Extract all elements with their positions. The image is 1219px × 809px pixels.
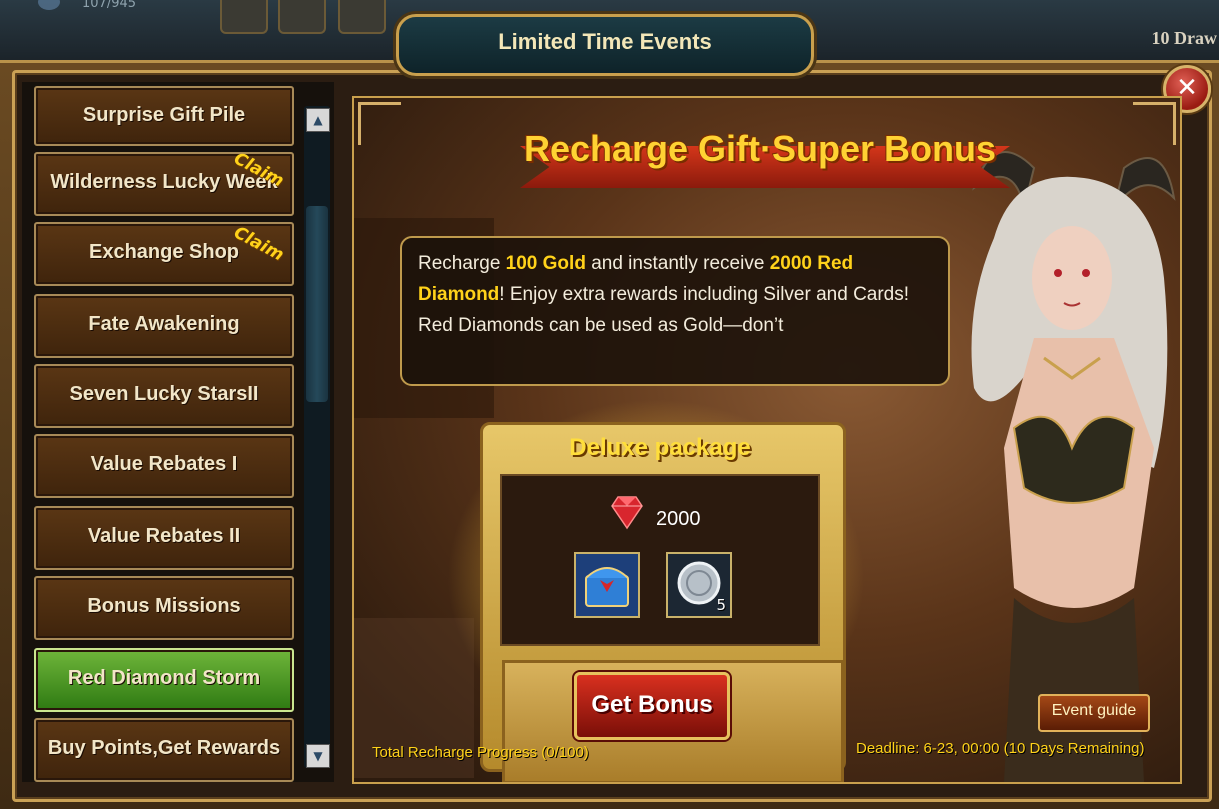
- get-bonus-button[interactable]: Get Bonus: [574, 672, 730, 740]
- sidebar-item-surprise-gift-pile[interactable]: Surprise Gift Pile: [34, 86, 294, 146]
- sidebar-item-red-diamond-storm[interactable]: Red Diamond Storm: [34, 648, 294, 712]
- sidebar-item-fate-awakening[interactable]: Fate Awakening: [34, 294, 294, 358]
- event-description-box: Recharge 100 Gold and instantly receive …: [400, 236, 950, 386]
- reward-slot-chest[interactable]: [574, 552, 640, 618]
- event-guide-button[interactable]: Event guide: [1038, 694, 1150, 732]
- desc-highlight-gold: 100 Gold: [505, 253, 586, 274]
- window-title: Limited Time Events: [498, 29, 712, 54]
- event-panel: Recharge Gift·Super Bonus Recharge 100 G…: [352, 96, 1182, 784]
- event-description: Recharge 100 Gold and instantly receive …: [418, 248, 928, 341]
- sidebar-item-label: Fate Awakening: [88, 313, 240, 335]
- sidebar-item-label: Value Rebates I: [90, 453, 238, 475]
- recharge-progress: Total Recharge Progress (0/100): [372, 744, 589, 761]
- get-bonus-label: Get Bonus: [591, 691, 713, 718]
- sidebar-item-value-rebates-1[interactable]: Value Rebates I: [34, 434, 294, 498]
- resource-gem-icon: [38, 0, 60, 10]
- sidebar-item-label: Surprise Gift Pile: [82, 104, 246, 126]
- sidebar-item-label: Value Rebates II: [87, 525, 241, 547]
- character-illustration: [971, 151, 1176, 782]
- resource-counter: 107/945: [82, 0, 137, 11]
- menu-button-3[interactable]: [338, 0, 386, 34]
- sidebar-item-wilderness-lucky-week[interactable]: Wilderness Lucky Week Claim: [34, 149, 294, 216]
- draw-label[interactable]: 10 Draw: [1152, 28, 1218, 49]
- scroll-up-button[interactable]: ▲: [306, 108, 330, 132]
- event-banner: Recharge Gift·Super Bonus: [480, 108, 1040, 198]
- red-diamond-amount: 2000: [656, 508, 701, 530]
- treasure-chest-icon: [585, 567, 629, 607]
- panel-corner-ornament: [358, 102, 401, 145]
- scroll-thumb[interactable]: [306, 206, 328, 402]
- sidebar-item-label: Red Diamond Storm: [67, 667, 261, 689]
- event-guide-label: Event guide: [1051, 702, 1137, 719]
- sidebar-scrollbar[interactable]: ▲ ▼: [304, 106, 330, 768]
- sidebar-item-buy-points-get-rewards[interactable]: Buy Points,Get Rewards: [34, 718, 294, 782]
- settings-gear-button[interactable]: [278, 0, 326, 34]
- window-title-plate: Limited Time Events: [396, 14, 814, 76]
- event-title: Recharge Gift·Super Bonus: [523, 128, 997, 169]
- reward-count: 5: [716, 596, 726, 614]
- event-deadline: Deadline: 6-23, 00:00 (10 Days Remaining…: [856, 740, 1145, 757]
- sidebar-item-seven-lucky-stars[interactable]: Seven Lucky StarsII: [34, 364, 294, 428]
- sidebar-item-label: Seven Lucky StarsII: [69, 383, 259, 405]
- sidebar-item-bonus-missions[interactable]: Bonus Missions: [34, 576, 294, 640]
- reward-slot-silver[interactable]: 5: [666, 552, 732, 618]
- sidebar-item-exchange-shop[interactable]: Exchange Shop Claim: [34, 222, 294, 286]
- package-title: Deluxe package: [569, 434, 751, 461]
- menu-button-1[interactable]: [220, 0, 268, 34]
- sidebar-item-label: Bonus Missions: [87, 595, 241, 617]
- sidebar-item-label: Buy Points,Get Rewards: [47, 737, 281, 759]
- event-sidebar: Surprise Gift Pile Wilderness Lucky Week…: [22, 82, 334, 782]
- desc-text: and instantly receive: [585, 253, 770, 274]
- rewards-box: 2000 5: [500, 474, 820, 646]
- scroll-down-button[interactable]: ▼: [306, 744, 330, 768]
- desc-text: Recharge: [418, 253, 506, 274]
- sidebar-item-value-rebates-2[interactable]: Value Rebates II: [34, 506, 294, 570]
- red-diamond-icon: [611, 496, 643, 530]
